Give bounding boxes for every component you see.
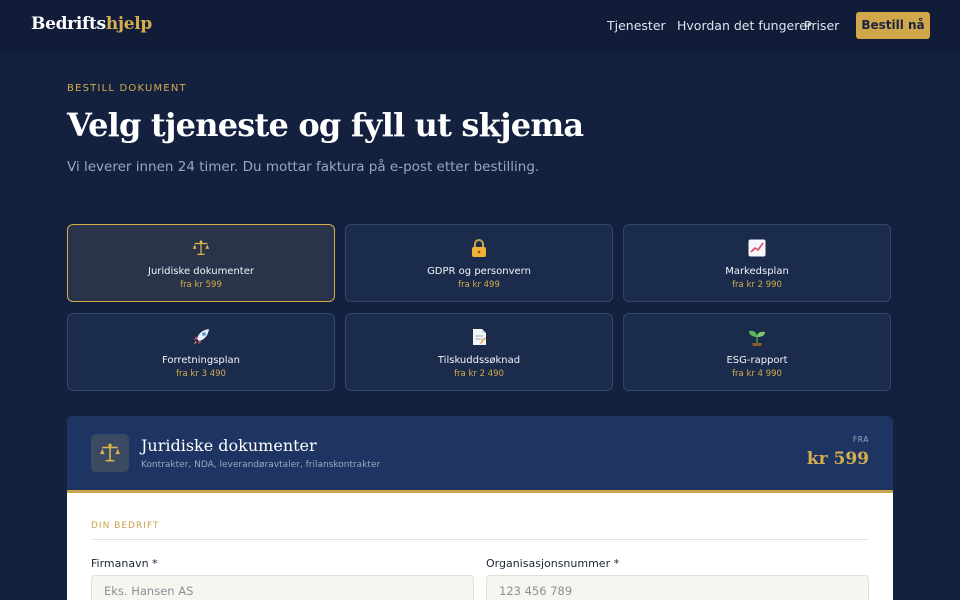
service-card-gdpr[interactable]: GDPR og personvern fra kr 499	[345, 224, 613, 302]
nav-link-tjenester[interactable]: Tjenester	[607, 18, 666, 33]
company-name-input[interactable]	[91, 575, 474, 600]
org-number-input[interactable]	[486, 575, 869, 600]
section-divider	[91, 539, 868, 540]
scales-icon	[91, 434, 129, 472]
service-price: fra kr 4 990	[732, 369, 782, 379]
lock-icon	[346, 239, 612, 259]
page-subtitle: Vi leverer innen 24 timer. Du mottar fak…	[67, 159, 540, 175]
section-label-company: DIN BEDRIFT	[91, 521, 160, 531]
service-name: Forretningsplan	[161, 355, 241, 366]
service-name: Juridiske dokumenter	[148, 266, 254, 277]
company-name-label: Firmanavn *	[91, 557, 158, 570]
selected-service-header: Juridiske dokumenter Kontrakter, NDA, le…	[67, 416, 893, 491]
nav-link-priser[interactable]: Priser	[804, 18, 839, 33]
service-card-juridiske[interactable]: Juridiske dokumenter fra kr 599	[67, 224, 335, 302]
service-card-tilskudd[interactable]: Tilskuddssøknad fra kr 2 490	[345, 313, 613, 391]
service-price: fra kr 3 490	[176, 369, 226, 379]
service-price: fra kr 499	[458, 280, 500, 290]
service-card-forretningsplan[interactable]: Forretningsplan fra kr 3 490	[67, 313, 335, 391]
service-name: ESG-rapport	[726, 355, 788, 366]
selected-service-price: kr 599	[806, 449, 869, 469]
selected-service-title: Juridiske dokumenter	[141, 436, 317, 455]
service-price: fra kr 2 490	[454, 369, 504, 379]
service-card-markedsplan[interactable]: Markedsplan fra kr 2 990	[623, 224, 891, 302]
price-prefix: FRA	[852, 435, 869, 444]
rocket-icon	[68, 328, 334, 348]
page-eyebrow: BESTILL DOKUMENT	[67, 83, 187, 94]
brand-logo[interactable]: Bedriftshjelp	[31, 14, 152, 34]
selected-service-description: Kontrakter, NDA, leverandøravtaler, fril…	[141, 460, 381, 470]
nav-link-hvordan[interactable]: Hvordan det fungerer	[677, 18, 812, 33]
chart-icon	[624, 239, 890, 259]
brand-main: Bedrifts	[31, 14, 106, 34]
page-title: Velg tjeneste og fyll ut skjema	[67, 106, 584, 144]
document-icon	[346, 328, 612, 348]
top-navigation-bar: Bedriftshjelp Tjenester Hvordan det fung…	[0, 0, 960, 52]
order-now-button[interactable]: Bestill nå	[856, 12, 930, 39]
scales-icon	[68, 239, 334, 259]
service-name: Tilskuddssøknad	[437, 355, 521, 366]
brand-accent: hjelp	[105, 14, 152, 34]
service-card-esg[interactable]: ESG-rapport fra kr 4 990	[623, 313, 891, 391]
service-price: fra kr 599	[180, 280, 222, 290]
service-name: GDPR og personvern	[427, 266, 531, 277]
org-number-label: Organisasjonsnummer *	[486, 557, 620, 570]
service-price: fra kr 2 990	[732, 280, 782, 290]
order-form: DIN BEDRIFT Firmanavn * Organisasjonsnum…	[67, 490, 893, 600]
seedling-icon	[624, 328, 890, 348]
service-name: Markedsplan	[725, 266, 789, 277]
